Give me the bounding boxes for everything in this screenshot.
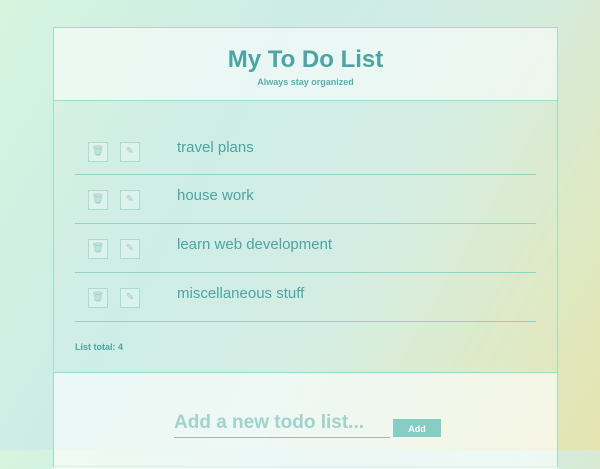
list-item[interactable]: 🗑 ✎ miscellaneous stuff <box>75 273 536 322</box>
list-item[interactable]: 🗑 ✎ learn web development <box>75 224 536 273</box>
list-item-label[interactable]: learn web development <box>177 236 332 253</box>
pencil-icon[interactable]: ✎ <box>120 239 140 259</box>
new-todo-input[interactable] <box>174 409 390 438</box>
list-item-label[interactable]: travel plans <box>177 139 254 156</box>
list-item-label[interactable]: miscellaneous stuff <box>177 285 304 302</box>
list-item-label[interactable]: house work <box>177 187 254 204</box>
todo-list: 🗑 ✎ travel plans 🗑 ✎ house work 🗑 ✎ lear… <box>54 101 557 352</box>
list-item[interactable]: 🗑 ✎ travel plans <box>75 127 536 175</box>
page-title: My To Do List <box>227 46 384 73</box>
page-subtitle: Always stay organized <box>257 77 354 87</box>
header: My To Do List Always stay organized <box>54 28 557 101</box>
trash-icon[interactable]: 🗑 <box>88 239 108 259</box>
add-section: Add <box>54 372 557 469</box>
pencil-icon[interactable]: ✎ <box>120 288 140 308</box>
trash-icon[interactable]: 🗑 <box>88 288 108 308</box>
add-button[interactable]: Add <box>393 419 441 437</box>
list-item[interactable]: 🗑 ✎ house work <box>75 175 536 224</box>
trash-icon[interactable]: 🗑 <box>88 142 108 162</box>
todo-card: My To Do List Always stay organized 🗑 ✎ … <box>53 27 558 469</box>
list-total: List total: 4 <box>75 342 124 352</box>
pencil-icon[interactable]: ✎ <box>120 190 140 210</box>
pencil-icon[interactable]: ✎ <box>120 142 140 162</box>
trash-icon[interactable]: 🗑 <box>88 190 108 210</box>
